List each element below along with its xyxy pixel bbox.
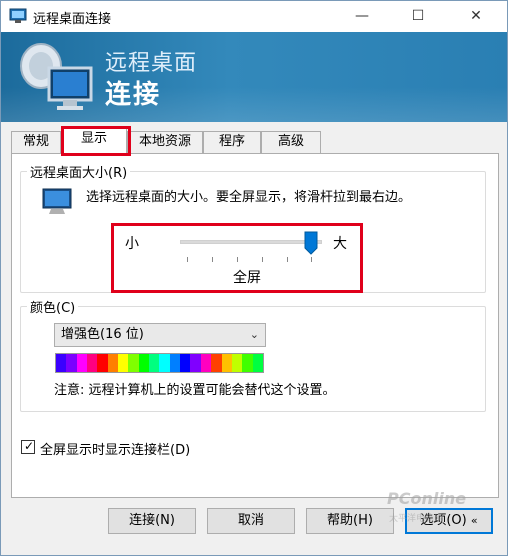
slider-tick bbox=[187, 257, 188, 262]
display-size-slider-track[interactable] bbox=[180, 240, 322, 244]
monitor-icon bbox=[42, 188, 72, 214]
banner-title-line1: 远程桌面 bbox=[105, 51, 198, 76]
tab-display[interactable]: 显示 bbox=[61, 128, 127, 154]
slider-tick bbox=[237, 257, 238, 262]
spectrum-swatch bbox=[221, 354, 232, 372]
checkmark-icon: ✓ bbox=[24, 439, 35, 453]
spectrum-swatch bbox=[128, 354, 139, 372]
watermark-subtext: 太平洋电脑网 bbox=[389, 514, 444, 524]
minimize-button[interactable]: — bbox=[339, 1, 385, 32]
slider-max-label: 大 bbox=[333, 236, 347, 252]
spectrum-swatch bbox=[180, 354, 191, 372]
spectrum-swatch bbox=[200, 354, 212, 372]
help-button[interactable]: 帮助(H) bbox=[306, 508, 394, 534]
slider-min-label: 小 bbox=[125, 236, 139, 252]
show-connection-bar-label[interactable]: 全屏显示时显示连接栏(D) bbox=[40, 439, 190, 458]
spectrum-swatch bbox=[149, 354, 160, 372]
tab-strip: 常规 显示 本地资源 程序 高级 bbox=[11, 128, 497, 154]
remote-desktop-app-icon bbox=[9, 8, 27, 23]
display-size-description: 选择远程桌面的大小。要全屏显示，将滑杆拉到最右边。 bbox=[86, 190, 412, 205]
connect-button[interactable]: 连接(N) bbox=[108, 508, 196, 534]
chevrons-icon: « bbox=[470, 514, 478, 527]
spectrum-swatch bbox=[66, 354, 77, 372]
monitor-satellite-icon bbox=[20, 43, 93, 110]
colors-label: 颜色(C) bbox=[27, 297, 79, 316]
slider-tick bbox=[212, 257, 213, 262]
display-size-slider-thumb[interactable] bbox=[304, 231, 318, 255]
header-banner: 远程桌面 连接 bbox=[1, 32, 507, 122]
cancel-button[interactable]: 取消 bbox=[207, 508, 295, 534]
maximize-button[interactable]: ☐ bbox=[395, 1, 441, 32]
spectrum-swatch bbox=[190, 354, 201, 372]
spectrum-swatch bbox=[118, 354, 129, 372]
slider-tick bbox=[311, 257, 312, 262]
color-note: 注意: 远程计算机上的设置可能会替代这个设置。 bbox=[54, 383, 336, 398]
color-depth-selected: 增强色(16 位) bbox=[61, 327, 144, 342]
chevron-down-icon: ⌄ bbox=[249, 328, 259, 341]
spectrum-swatch bbox=[107, 354, 119, 372]
spectrum-swatch bbox=[211, 354, 222, 372]
window-title: 远程桌面连接 bbox=[33, 12, 112, 27]
slider-tick bbox=[287, 257, 288, 262]
watermark-logo: PConline bbox=[387, 489, 467, 508]
tab-general[interactable]: 常规 bbox=[11, 131, 61, 153]
spectrum-swatch bbox=[242, 354, 253, 372]
display-size-label: 远程桌面大小(R) bbox=[27, 162, 131, 181]
close-button[interactable]: ✕ bbox=[453, 1, 499, 32]
tab-advanced[interactable]: 高级 bbox=[261, 131, 321, 153]
spectrum-swatch bbox=[87, 354, 98, 372]
banner-title-line2: 连接 bbox=[105, 80, 162, 110]
spectrum-swatch bbox=[159, 354, 170, 372]
title-bar: 远程桌面连接 — ☐ ✕ bbox=[1, 1, 507, 32]
slider-tick bbox=[262, 257, 263, 262]
slider-value-label: 全屏 bbox=[233, 270, 261, 286]
spectrum-swatch bbox=[76, 354, 88, 372]
spectrum-swatch bbox=[169, 354, 181, 372]
show-connection-bar-checkbox[interactable]: ✓ bbox=[21, 439, 35, 454]
remote-desktop-window: 远程桌面连接 — ☐ ✕ 远程桌面 连接 常规 显示 本地资源 程序 高级 远程… bbox=[0, 0, 508, 556]
spectrum-swatch bbox=[138, 354, 150, 372]
color-spectrum-bar bbox=[55, 353, 264, 373]
spectrum-swatch bbox=[56, 354, 67, 372]
spectrum-swatch bbox=[231, 354, 243, 372]
color-depth-dropdown[interactable]: 增强色(16 位) ⌄ bbox=[54, 323, 266, 347]
spectrum-swatch bbox=[252, 354, 263, 372]
tab-programs[interactable]: 程序 bbox=[203, 131, 261, 153]
tab-local-resources[interactable]: 本地资源 bbox=[127, 131, 203, 153]
spectrum-swatch bbox=[97, 354, 108, 372]
